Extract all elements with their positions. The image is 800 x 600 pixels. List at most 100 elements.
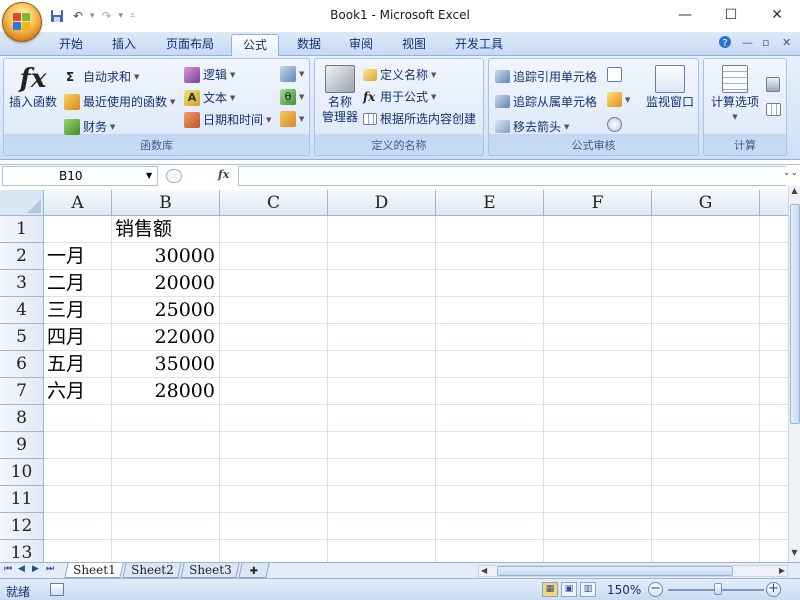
row-header-5[interactable]: 5: [0, 324, 44, 351]
minimize-button[interactable]: —: [662, 0, 708, 30]
column-header-a[interactable]: A: [44, 190, 112, 216]
macro-record-icon[interactable]: [50, 583, 64, 596]
sheet-tab-sheet2[interactable]: Sheet2: [122, 563, 182, 578]
row-header-10[interactable]: 10: [0, 459, 44, 486]
scroll-down-icon[interactable]: ▼: [789, 548, 800, 562]
prev-sheet-icon[interactable]: ◀: [18, 564, 25, 574]
cell-b2[interactable]: 30000: [112, 243, 220, 270]
page-break-view-icon[interactable]: ▥: [580, 582, 596, 597]
row-header-13[interactable]: 13: [0, 540, 44, 562]
zoom-slider-thumb[interactable]: [714, 583, 722, 595]
column-header-d[interactable]: D: [328, 190, 436, 216]
tab-home[interactable]: 开始: [48, 34, 94, 56]
close-button[interactable]: ✕: [754, 0, 800, 30]
cell-a2[interactable]: 一月: [44, 243, 112, 270]
cell-a4[interactable]: 三月: [44, 297, 112, 324]
row-header-9[interactable]: 9: [0, 432, 44, 459]
ribbon-restore-icon[interactable]: ▫: [762, 36, 769, 49]
math-trig-button[interactable]: θ ▼: [280, 89, 304, 105]
tab-review[interactable]: 审阅: [337, 34, 385, 56]
row-header-11[interactable]: 11: [0, 486, 44, 513]
name-box-dropdown-icon[interactable]: ▼: [146, 171, 152, 180]
cell-b3[interactable]: 20000: [112, 270, 220, 297]
help-icon[interactable]: ?: [718, 35, 732, 52]
row-header-6[interactable]: 6: [0, 351, 44, 378]
autosum-button[interactable]: Σ 自动求和 ▼: [66, 68, 139, 85]
cell-b4[interactable]: 25000: [112, 297, 220, 324]
column-header-b[interactable]: B: [112, 190, 220, 216]
select-all-button[interactable]: [0, 190, 44, 216]
row-header-3[interactable]: 3: [0, 270, 44, 297]
scroll-up-icon[interactable]: ▲: [789, 186, 800, 200]
tab-page-layout[interactable]: 页面布局: [155, 34, 225, 56]
remove-arrows-button[interactable]: 移去箭头 ▼: [495, 118, 569, 135]
horizontal-scrollbar[interactable]: ◀ ▶: [478, 565, 788, 577]
ribbon-close-icon[interactable]: ✕: [782, 36, 791, 49]
cell-b6[interactable]: 35000: [112, 351, 220, 378]
column-header-e[interactable]: E: [436, 190, 544, 216]
sheet-tab-sheet3[interactable]: Sheet3: [180, 563, 240, 578]
first-sheet-icon[interactable]: ⏮: [4, 564, 12, 574]
ribbon-minimize-icon[interactable]: —: [742, 36, 753, 49]
column-header-g[interactable]: G: [652, 190, 760, 216]
show-formulas-button[interactable]: [607, 67, 622, 82]
page-layout-view-icon[interactable]: ▣: [561, 582, 577, 597]
next-sheet-icon[interactable]: ▶: [32, 564, 39, 574]
text-button[interactable]: A 文本 ▼: [184, 89, 235, 106]
calculate-sheet-button[interactable]: [766, 103, 781, 116]
row-header-4[interactable]: 4: [0, 297, 44, 324]
cell-b1[interactable]: 销售额: [112, 216, 220, 243]
column-header-f[interactable]: F: [544, 190, 652, 216]
tab-insert[interactable]: 插入: [100, 34, 148, 56]
trace-precedents-button[interactable]: 追踪引用单元格: [495, 68, 597, 85]
logical-button[interactable]: 逻辑 ▼: [184, 66, 235, 83]
scroll-right-icon[interactable]: ▶: [779, 566, 785, 575]
tab-data[interactable]: 数据: [285, 34, 333, 56]
vertical-scrollbar[interactable]: ▲ ▼: [788, 186, 800, 562]
formula-input[interactable]: [238, 166, 786, 186]
row-header-12[interactable]: 12: [0, 513, 44, 540]
trace-dependents-button[interactable]: 追踪从属单元格: [495, 93, 597, 110]
vertical-scroll-thumb[interactable]: [790, 204, 800, 424]
cell-b5[interactable]: 22000: [112, 324, 220, 351]
financial-button[interactable]: 财务 ▼: [64, 118, 115, 135]
tab-formulas[interactable]: 公式: [231, 34, 279, 57]
zoom-out-icon[interactable]: −: [648, 582, 663, 597]
row-header-7[interactable]: 7: [0, 378, 44, 405]
name-box[interactable]: B10: [2, 166, 158, 186]
evaluate-formula-button[interactable]: [607, 117, 622, 132]
row-header-1[interactable]: 1: [0, 216, 44, 243]
cell-a6[interactable]: 五月: [44, 351, 112, 378]
calculate-now-button[interactable]: [766, 77, 780, 92]
tab-view[interactable]: 视图: [390, 34, 438, 56]
cell-a3[interactable]: 二月: [44, 270, 112, 297]
row-header-2[interactable]: 2: [0, 243, 44, 270]
sheet-tab-sheet1[interactable]: Sheet1: [64, 563, 124, 578]
name-manager-button[interactable]: 名称 管理器: [317, 65, 363, 125]
row-header-8[interactable]: 8: [0, 405, 44, 432]
cell-a5[interactable]: 四月: [44, 324, 112, 351]
create-from-selection-button[interactable]: 根据所选内容创建: [363, 110, 476, 127]
expand-formula-icon[interactable]: ⌄⌄: [783, 168, 798, 178]
use-in-formula-button[interactable]: fx 用于公式 ▼: [363, 88, 436, 105]
insert-sheet-button[interactable]: ✚: [238, 563, 270, 578]
fx-button[interactable]: fx: [218, 168, 229, 181]
maximize-button[interactable]: ☐: [708, 0, 754, 30]
more-functions-button[interactable]: ▼: [280, 111, 304, 127]
calc-options-button[interactable]: 计算选项 ▼: [706, 65, 764, 125]
office-button[interactable]: [2, 2, 42, 42]
column-header-h[interactable]: [760, 190, 788, 216]
lookup-reference-button[interactable]: ▼: [280, 66, 304, 82]
zoom-in-icon[interactable]: +: [766, 582, 781, 597]
define-name-button[interactable]: 定义名称 ▼: [363, 66, 436, 83]
column-header-c[interactable]: C: [220, 190, 328, 216]
cell-b7[interactable]: 28000: [112, 378, 220, 405]
cell-a7[interactable]: 六月: [44, 378, 112, 405]
last-sheet-icon[interactable]: ⏭: [46, 564, 54, 574]
scroll-left-icon[interactable]: ◀: [481, 566, 487, 575]
tab-developer[interactable]: 开发工具: [444, 34, 514, 56]
worksheet-grid[interactable]: A B C D E F G 1 2 3 4 5 6 7 8 9 10 11 12…: [0, 190, 788, 562]
datetime-button[interactable]: 日期和时间 ▼: [184, 111, 271, 128]
error-checking-button[interactable]: ▼: [607, 92, 630, 107]
insert-function-button[interactable]: fx 插入函数: [6, 63, 60, 110]
